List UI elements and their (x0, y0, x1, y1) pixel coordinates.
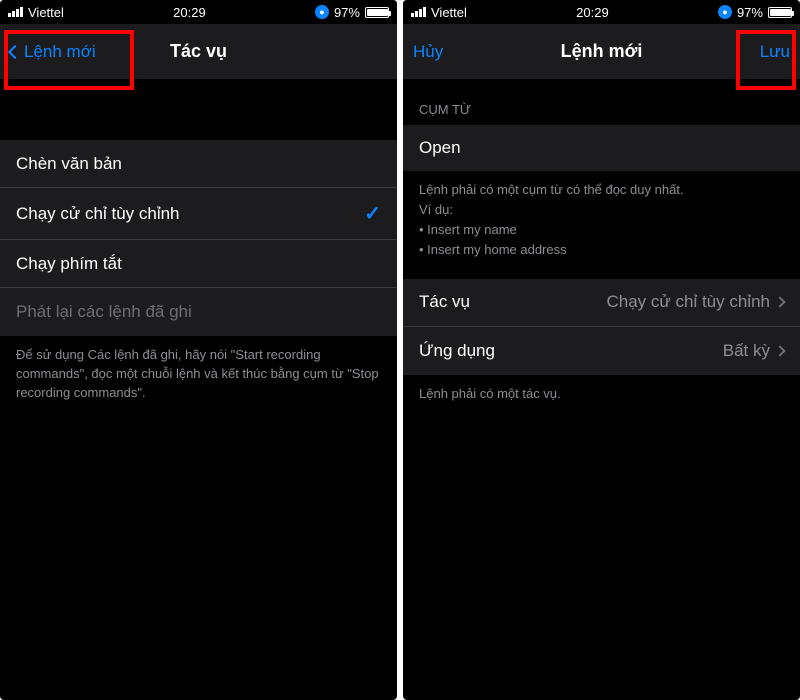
back-button[interactable]: Lệnh mới (0, 24, 106, 79)
status-left: Viettel (411, 5, 467, 20)
status-bar: Viettel 20:29 ● 97% (403, 0, 800, 24)
status-bar: Viettel 20:29 ● 97% (0, 0, 397, 24)
row-value: Bất kỳ (723, 341, 784, 361)
footer-note: Lệnh phải có một tác vụ. (403, 375, 800, 414)
hint-line: Lệnh phải có một cụm từ có thể đọc duy n… (419, 180, 784, 200)
content: Chèn văn bản Chạy cử chỉ tùy chỉnh ✓ Chạ… (0, 80, 397, 413)
chevron-left-icon (8, 44, 22, 58)
phone-right: Viettel 20:29 ● 97% Hủy Lệnh mới Lưu CỤM… (403, 0, 800, 700)
cancel-label: Hủy (413, 42, 443, 62)
row-app[interactable]: Ứng dụng Bất kỳ (403, 327, 800, 375)
nav-bar: Hủy Lệnh mới Lưu (403, 24, 800, 80)
row-insert-text[interactable]: Chèn văn bản (0, 140, 397, 188)
spacer (0, 80, 397, 140)
row-label: Phát lại các lệnh đã ghi (16, 302, 192, 322)
status-left: Viettel (8, 5, 64, 20)
row-label: Ứng dụng (419, 341, 495, 361)
row-label: Chạy cử chỉ tùy chỉnh (16, 204, 180, 224)
battery-icon (768, 7, 792, 18)
battery-pct: 97% (737, 5, 763, 20)
action-list: Chèn văn bản Chạy cử chỉ tùy chỉnh ✓ Chạ… (0, 140, 397, 336)
row-action[interactable]: Tác vụ Chạy cử chỉ tùy chỉnh (403, 279, 800, 327)
row-run-custom-gesture[interactable]: Chạy cử chỉ tùy chỉnh ✓ (0, 188, 397, 240)
section-header-phrase: CỤM TỪ (403, 80, 800, 125)
phrase-input[interactable]: Open (403, 125, 800, 172)
hint-bullet: • Insert my name (419, 220, 784, 240)
save-label: Lưu (760, 42, 790, 62)
row-run-shortcut[interactable]: Chạy phím tắt (0, 240, 397, 288)
clock: 20:29 (173, 5, 206, 20)
checkmark-icon: ✓ (364, 201, 381, 226)
row-label: Tác vụ (419, 292, 470, 312)
app-value-text: Bất kỳ (723, 341, 770, 361)
row-playback-recorded: Phát lại các lệnh đã ghi (0, 288, 397, 336)
signal-icon (8, 7, 23, 17)
save-button[interactable]: Lưu (750, 24, 800, 79)
mic-icon: ● (718, 5, 732, 19)
action-value-text: Chạy cử chỉ tùy chỉnh (606, 292, 770, 312)
nav-bar: Lệnh mới Tác vụ (0, 24, 397, 80)
chevron-right-icon (774, 345, 785, 356)
clock: 20:29 (576, 5, 609, 20)
carrier-label: Viettel (28, 5, 64, 20)
battery-pct: 97% (334, 5, 360, 20)
status-right: ● 97% (718, 5, 792, 20)
battery-icon (365, 7, 389, 18)
carrier-label: Viettel (431, 5, 467, 20)
phone-left: Viettel 20:29 ● 97% Lệnh mới Tác vụ Chèn… (0, 0, 397, 700)
content: CỤM TỪ Open Lệnh phải có một cụm từ có t… (403, 80, 800, 413)
signal-icon (411, 7, 426, 17)
chevron-right-icon (774, 296, 785, 307)
cancel-button[interactable]: Hủy (403, 24, 453, 79)
page-title: Tác vụ (170, 41, 227, 62)
phrase-value: Open (419, 138, 461, 157)
footer-note: Để sử dụng Các lệnh đã ghi, hãy nói "Sta… (0, 336, 397, 413)
hint-bullet: • Insert my home address (419, 240, 784, 260)
hint-line: Ví dụ: (419, 200, 784, 220)
status-right: ● 97% (315, 5, 389, 20)
phrase-hint: Lệnh phải có một cụm từ có thể đọc duy n… (403, 172, 800, 279)
row-label: Chạy phím tắt (16, 254, 122, 274)
row-label: Chèn văn bản (16, 154, 122, 174)
page-title: Lệnh mới (561, 41, 643, 62)
settings-list: Tác vụ Chạy cử chỉ tùy chỉnh Ứng dụng Bấ… (403, 279, 800, 375)
back-label: Lệnh mới (24, 42, 96, 62)
row-value: Chạy cử chỉ tùy chỉnh (606, 292, 784, 312)
mic-icon: ● (315, 5, 329, 19)
